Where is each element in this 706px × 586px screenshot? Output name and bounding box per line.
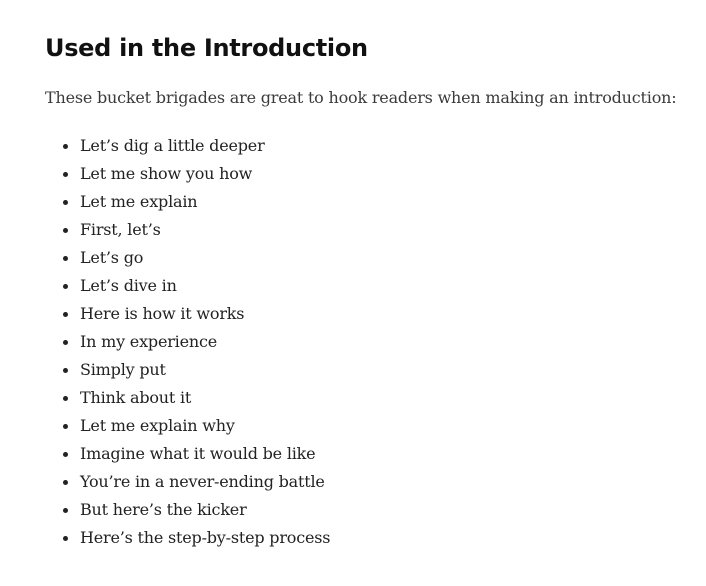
- bullet-icon: [63, 312, 68, 317]
- intro-paragraph: These bucket brigades are great to hook …: [45, 88, 677, 107]
- list-item-text: Let’s dig a little deeper: [80, 136, 265, 155]
- list-item: Let’s dive in: [63, 272, 705, 300]
- bullet-icon: [63, 340, 68, 345]
- bullet-icon: [63, 256, 68, 261]
- bullet-icon: [63, 396, 68, 401]
- bullet-icon: [63, 228, 68, 233]
- list-item: Let’s dig a little deeper: [63, 132, 705, 160]
- bullet-icon: [63, 480, 68, 485]
- list-item: Here’s the step-by-step process: [63, 524, 705, 552]
- list-item-text: Here is how it works: [80, 304, 245, 323]
- bullet-icon: [63, 508, 68, 513]
- list-item-text: Simply put: [80, 360, 166, 379]
- bullet-icon: [63, 452, 68, 457]
- list-item-text: Let’s go: [80, 248, 144, 267]
- list-item-text: You’re in a never-ending battle: [80, 472, 325, 491]
- list-item: Let me show you how: [63, 160, 705, 188]
- list-item: First, let’s: [63, 216, 705, 244]
- list-item-text: In my experience: [80, 332, 217, 351]
- article-section: Used in the Introduction These bucket br…: [45, 26, 705, 552]
- bullet-icon: [63, 172, 68, 177]
- list-item-text: Let me show you how: [80, 164, 253, 183]
- list-item-text: Let me explain why: [80, 416, 235, 435]
- list-item: Here is how it works: [63, 300, 705, 328]
- list-item: You’re in a never-ending battle: [63, 468, 705, 496]
- bullet-icon: [63, 200, 68, 205]
- list-item: Think about it: [63, 384, 705, 412]
- section-heading: Used in the Introduction: [45, 34, 368, 62]
- list-item-text: Imagine what it would be like: [80, 444, 316, 463]
- bullet-icon: [63, 368, 68, 373]
- list-item: Imagine what it would be like: [63, 440, 705, 468]
- list-item-text: Let’s dive in: [80, 276, 177, 295]
- list-item: Let me explain: [63, 188, 705, 216]
- list-item-text: Let me explain: [80, 192, 198, 211]
- list-item: Simply put: [63, 356, 705, 384]
- bucket-brigade-list: Let’s dig a little deeper Let me show yo…: [45, 132, 705, 552]
- bullet-icon: [63, 424, 68, 429]
- bullet-icon: [63, 144, 68, 149]
- list-item-text: But here’s the kicker: [80, 500, 247, 519]
- list-item-text: Here’s the step-by-step process: [80, 528, 331, 547]
- list-item: Let’s go: [63, 244, 705, 272]
- list-item: In my experience: [63, 328, 705, 356]
- bullet-icon: [63, 284, 68, 289]
- list-item: But here’s the kicker: [63, 496, 705, 524]
- list-item-text: Think about it: [80, 388, 192, 407]
- list-item-text: First, let’s: [80, 220, 161, 239]
- list-item: Let me explain why: [63, 412, 705, 440]
- bullet-icon: [63, 536, 68, 541]
